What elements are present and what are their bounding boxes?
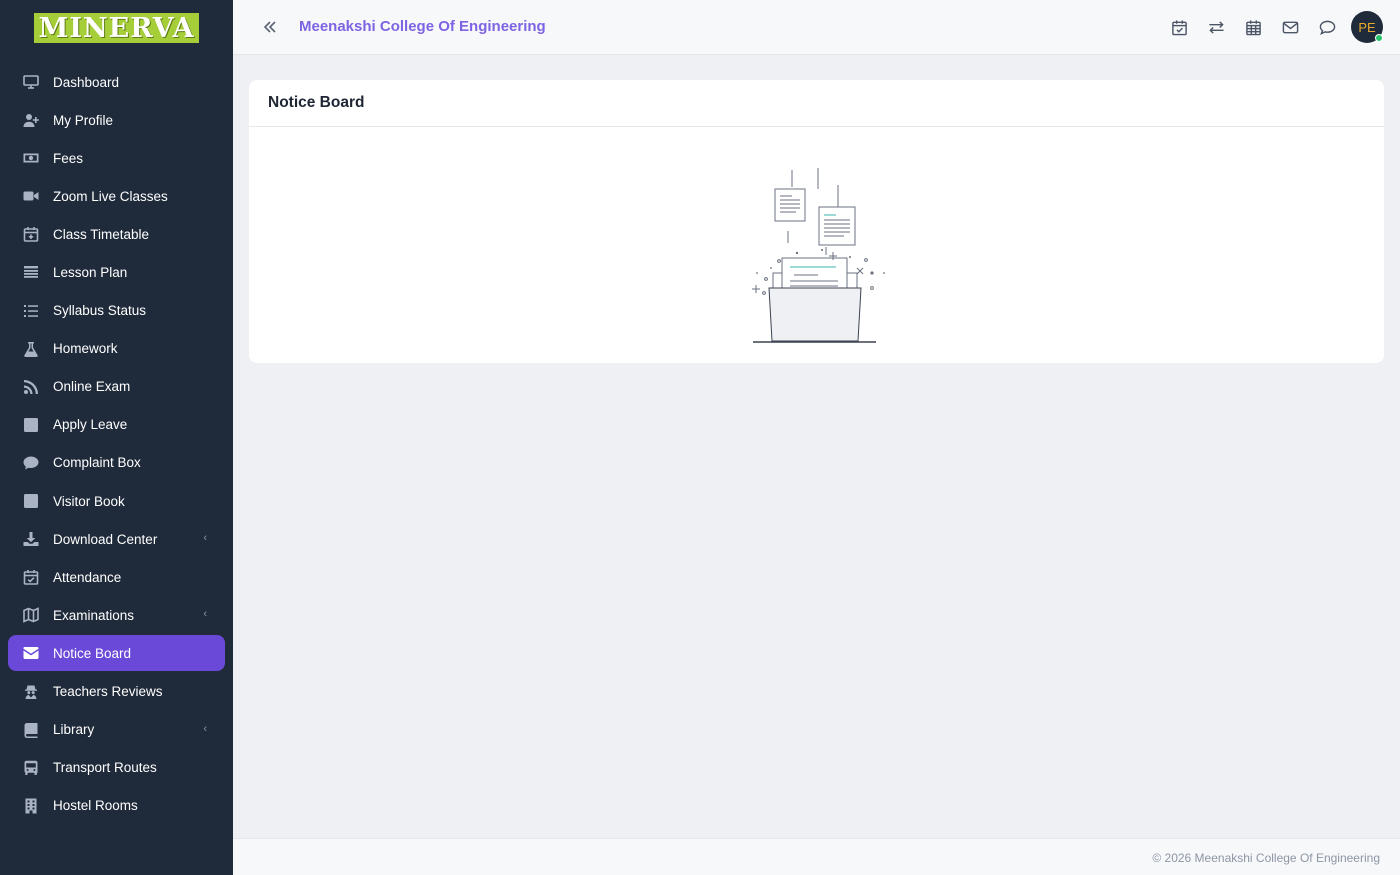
sidebar-item-label: Apply Leave	[53, 417, 128, 433]
chevron-left-icon: ‹	[203, 532, 207, 545]
sidebar-item-label: Teachers Reviews	[53, 684, 163, 699]
sidebar-item-label: Fees	[53, 150, 84, 166]
monitor-icon	[22, 73, 40, 91]
sidebar-item-visitor-book[interactable]: Visitor Book	[8, 483, 225, 519]
collapse-sidebar-button[interactable]	[261, 17, 279, 37]
logo-wrap: MINERVA	[0, 0, 233, 56]
sidebar-item-label: Syllabus Status	[53, 303, 147, 319]
user-secret-icon	[22, 683, 40, 701]
building-icon	[22, 797, 40, 815]
sidebar-item-teachers-reviews[interactable]: Teachers Reviews	[8, 674, 225, 710]
rss-icon	[22, 378, 40, 396]
online-status-dot	[1375, 34, 1383, 42]
sidebar-item-attendance[interactable]: Attendance	[8, 559, 225, 595]
envelope-icon[interactable]	[1281, 17, 1299, 37]
sidebar-item-label: My Profile	[53, 112, 114, 128]
chevron-left-icon: ‹	[203, 722, 207, 735]
money-bill-icon	[22, 149, 40, 167]
sidebar-nav: Dashboard My Profile Fees Zoom Live Clas…	[0, 64, 233, 826]
sidebar-item-label: Hostel Rooms	[53, 798, 138, 814]
sidebar-item-transport-routes[interactable]: Transport Routes	[8, 750, 225, 786]
calendar-check-icon[interactable]	[1170, 17, 1188, 37]
college-title[interactable]: Meenakshi College Of Engineering	[299, 18, 546, 35]
sidebar-item-fees[interactable]: Fees	[8, 140, 225, 176]
comment-icon	[22, 454, 40, 472]
sidebar-item-examinations[interactable]: Examinations ‹	[8, 597, 225, 633]
calendar-check-icon	[22, 568, 40, 586]
sidebar-item-zoom-live-classes[interactable]: Zoom Live Classes	[8, 178, 225, 214]
sidebar-item-syllabus-status[interactable]: Syllabus Status	[8, 293, 225, 329]
sidebar-item-label: Library	[53, 722, 95, 738]
sidebar-item-label: Visitor Book	[53, 493, 125, 509]
page-title: Notice Board	[268, 94, 365, 111]
sidebar-item-lesson-plan[interactable]: Lesson Plan	[8, 254, 225, 290]
sidebar-item-homework[interactable]: Homework	[8, 331, 225, 367]
sidebar-item-label: Homework	[53, 341, 118, 357]
sidebar-item-label: Notice Board	[53, 645, 132, 661]
avatar-initials: PE	[1358, 19, 1376, 35]
sidebar-item-notice-board[interactable]: Notice Board	[8, 635, 225, 672]
chevron-left-icon: ‹	[203, 608, 207, 621]
sidebar-item-label: Complaint Box	[53, 455, 141, 471]
sidebar: MINERVA Dashboard My Profile Fees Zoom L…	[0, 0, 233, 875]
video-icon	[22, 187, 40, 205]
sidebar-item-label: Class Timetable	[53, 226, 150, 242]
sidebar-item-hostel-rooms[interactable]: Hostel Rooms	[8, 788, 225, 824]
sidebar-item-complaint-box[interactable]: Complaint Box	[8, 445, 225, 481]
calendar-icon[interactable]	[1244, 17, 1262, 37]
copyright-text: © 2026 Meenakshi College Of Engineering	[1152, 851, 1380, 865]
sidebar-item-apply-leave[interactable]: Apply Leave	[8, 407, 225, 443]
sidebar-item-label: Dashboard	[53, 74, 120, 90]
sidebar-item-label: Examinations	[53, 607, 135, 623]
sidebar-item-label: Zoom Live Classes	[53, 188, 168, 204]
sidebar-item-online-exam[interactable]: Online Exam	[8, 369, 225, 405]
user-avatar[interactable]: PE	[1351, 11, 1383, 43]
sidebar-item-my-profile[interactable]: My Profile	[8, 102, 225, 138]
footer: © 2026 Meenakshi College Of Engineering	[233, 838, 1400, 875]
exchange-icon[interactable]	[1207, 17, 1225, 37]
notice-board-card: Notice Board	[249, 80, 1384, 363]
check-square-icon	[22, 416, 40, 434]
sidebar-item-label: Transport Routes	[53, 760, 157, 776]
list-ol-icon	[22, 302, 40, 320]
book-icon	[22, 721, 40, 739]
sidebar-item-class-timetable[interactable]: Class Timetable	[8, 216, 225, 252]
download-icon	[22, 530, 40, 548]
top-icon-bar	[1170, 17, 1336, 37]
map-icon	[22, 606, 40, 624]
sidebar-item-library[interactable]: Library ‹	[8, 712, 225, 748]
flask-icon	[22, 340, 40, 358]
sidebar-item-dashboard[interactable]: Dashboard	[8, 64, 225, 100]
sidebar-item-label: Lesson Plan	[53, 264, 128, 280]
sidebar-item-label: Attendance	[53, 569, 122, 585]
empty-state-illustration	[752, 168, 885, 343]
check-square-icon	[22, 492, 40, 510]
sidebar-item-download-center[interactable]: Download Center ‹	[8, 521, 225, 557]
calendar-plus-icon	[22, 225, 40, 243]
card-header: Notice Board	[249, 80, 1384, 127]
minerva-logo[interactable]: MINERVA	[34, 13, 199, 43]
double-chevron-left-icon	[263, 21, 276, 33]
user-plus-icon	[22, 111, 40, 129]
list-icon	[22, 263, 40, 281]
sidebar-item-label: Download Center	[53, 531, 158, 547]
topbar: Meenakshi College Of Engineering PE	[233, 0, 1400, 55]
chat-icon[interactable]	[1318, 17, 1336, 37]
envelope-icon	[22, 644, 40, 662]
sidebar-item-label: Online Exam	[53, 379, 131, 395]
bus-icon	[22, 759, 40, 777]
